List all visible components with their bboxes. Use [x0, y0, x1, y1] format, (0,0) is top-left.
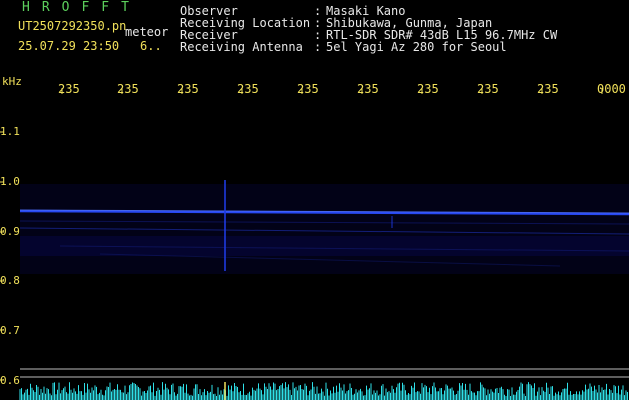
filename-label: UT2507292350.pn [18, 19, 127, 33]
count-label: 6.. [140, 39, 162, 53]
spectrogram [0, 88, 629, 400]
meta-value: 5el Yagi Az 280 for Seoul [326, 40, 507, 54]
timestamp-label: 25.07.29 23:50 [18, 39, 120, 53]
antenna-row: Receiving Antenna:5el Yagi Az 280 for Se… [180, 41, 507, 53]
meta-sep: : [314, 40, 322, 54]
baseline-strip [19, 382, 628, 400]
y-axis-ticks [0, 131, 4, 381]
x-axis-ticks [61, 88, 603, 94]
meta-key: Receiving Antenna [180, 40, 303, 54]
header-panel: HROFFT UT2507292350.pn meteor 25.07.29 2… [0, 0, 629, 76]
app-brand: HROFFT [22, 0, 141, 15]
mode-label: meteor [125, 25, 169, 39]
